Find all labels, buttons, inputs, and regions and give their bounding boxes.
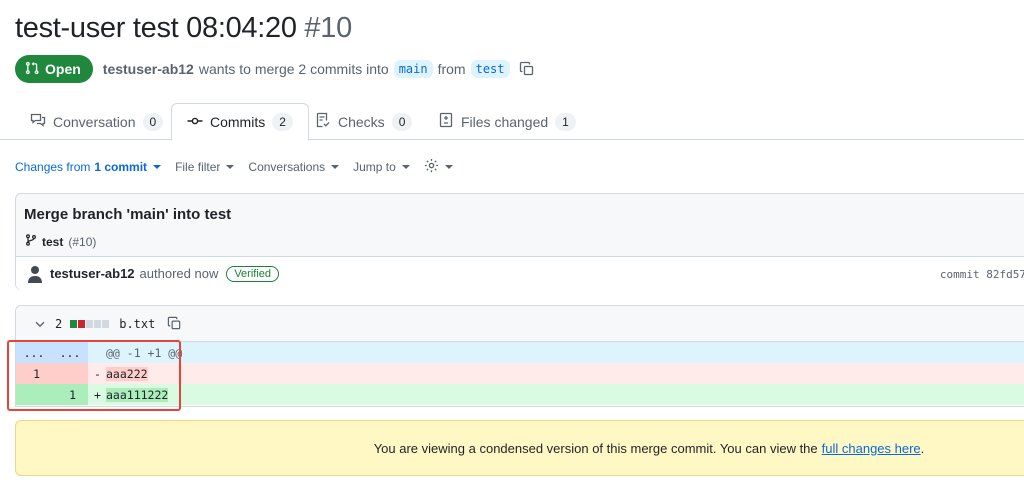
- full-changes-link[interactable]: full changes here: [822, 441, 921, 456]
- tab-commits[interactable]: Commits 2: [171, 103, 309, 141]
- git-commit-icon: [187, 113, 203, 132]
- merge-text: wants to merge 2 commits into: [198, 61, 389, 77]
- diffstat-block-del: [78, 319, 86, 328]
- old-line-number[interactable]: [16, 384, 52, 405]
- base-branch[interactable]: main: [393, 60, 433, 78]
- merge-notice: You are viewing a condensed version of t…: [15, 420, 1024, 476]
- gear-icon: [424, 158, 439, 176]
- file-diff-icon: [438, 112, 454, 131]
- pr-title-text: test-user test 08:04:20: [15, 12, 297, 44]
- tab-counter: 0: [391, 112, 413, 131]
- status-label: Open: [45, 61, 81, 77]
- checklist-icon: [315, 112, 331, 131]
- diffstat-block-add: [70, 319, 78, 328]
- commit-pr-ref[interactable]: (#10): [68, 235, 96, 249]
- commit-footer: testuser-ab12 authored now Verified comm…: [16, 256, 1024, 290]
- verified-badge[interactable]: Verified: [226, 265, 280, 282]
- git-branch-icon: [25, 234, 37, 249]
- status-badge: Open: [15, 55, 93, 83]
- diff-sign: -: [94, 366, 101, 381]
- changes-from-dropdown[interactable]: Changes from 1 commit: [15, 160, 162, 174]
- jump-to-dropdown[interactable]: Jump to: [353, 160, 410, 174]
- conversations-label: Conversations: [248, 160, 326, 174]
- tab-conversation[interactable]: Conversation 0: [15, 103, 178, 140]
- diff-text: aaa222: [106, 366, 148, 381]
- commit-branch-link[interactable]: test: [42, 235, 63, 249]
- chevron-down-icon[interactable]: [33, 317, 47, 331]
- changes-count: 1 commit: [94, 160, 148, 174]
- commit-author-link[interactable]: testuser-ab12: [50, 266, 135, 281]
- caret-down-icon: [401, 165, 410, 169]
- diffstat-count: 2: [55, 316, 63, 331]
- pr-tabs: Conversation 0 Commits 2 Checks 0 Files …: [0, 103, 1024, 141]
- diffstat-block-neutral: [86, 319, 94, 328]
- diff-line-added: 1 + aaa111222: [16, 384, 1024, 405]
- commit-title: Merge branch 'main' into test: [24, 206, 232, 223]
- diffstat-bar: [70, 319, 110, 328]
- tab-counter: 2: [272, 113, 293, 131]
- commit-author-line: testuser-ab12 authored now Verified: [50, 265, 280, 282]
- tab-label: Conversation: [53, 113, 136, 130]
- pr-number: #10: [304, 12, 352, 44]
- copy-icon[interactable]: [167, 316, 182, 331]
- old-line-number[interactable]: 1: [16, 363, 52, 384]
- merge-summary: testuser-ab12 wants to merge 2 commits i…: [103, 60, 535, 78]
- expand-new-button[interactable]: ...: [52, 342, 88, 363]
- changes-prefix: Changes from: [15, 160, 91, 174]
- new-line-number[interactable]: 1: [52, 384, 88, 405]
- diff-toolbar: Changes from 1 commit File filter Conver…: [15, 158, 453, 176]
- expand-old-button[interactable]: ...: [16, 342, 52, 363]
- diff-line-deleted: 1 - aaa222: [16, 363, 1024, 384]
- diffstat-block-neutral: [94, 319, 102, 328]
- commit-sha[interactable]: commit 82fd57: [940, 268, 1024, 281]
- new-line-number[interactable]: [52, 363, 88, 384]
- commit-branch: test (#10): [25, 234, 96, 249]
- caret-down-icon: [444, 165, 453, 169]
- commit-box: Merge branch 'main' into test test (#10)…: [15, 193, 1024, 290]
- file-header: 2 b.txt: [16, 306, 1024, 342]
- diff-settings-dropdown[interactable]: [424, 158, 453, 176]
- git-pull-request-icon: [25, 61, 39, 78]
- file-filter-dropdown[interactable]: File filter: [175, 160, 235, 174]
- notice-end: .: [920, 440, 925, 456]
- page-title: test-user test 08:04:20 #10: [15, 12, 352, 45]
- tab-files-changed[interactable]: Files changed 1: [423, 103, 591, 140]
- file-name-link[interactable]: b.txt: [119, 317, 155, 331]
- tab-label: Checks: [338, 113, 385, 130]
- caret-down-icon: [331, 165, 340, 169]
- hunk-header: @@ -1 +1 @@: [88, 342, 1024, 363]
- diff-code: + aaa111222: [88, 384, 1024, 405]
- diff-sign: +: [94, 387, 101, 402]
- diff-text: aaa111222: [106, 387, 169, 402]
- tab-counter: 1: [555, 112, 576, 131]
- tab-counter: 0: [142, 112, 164, 131]
- jump-to-label: Jump to: [353, 160, 396, 174]
- tab-checks[interactable]: Checks 0: [300, 103, 427, 140]
- from-text: from: [437, 61, 466, 77]
- copy-icon[interactable]: [519, 61, 535, 77]
- head-branch[interactable]: test: [470, 60, 510, 78]
- diff-hunk-row: ... ... @@ -1 +1 @@: [16, 342, 1024, 363]
- diffstat-block-neutral: [102, 319, 110, 328]
- caret-down-icon: [153, 165, 162, 169]
- notice-text: You are viewing a condensed version of t…: [373, 440, 818, 456]
- conversations-dropdown[interactable]: Conversations: [248, 160, 340, 174]
- file-diff: 2 b.txt ... ... @@ -1 +1 @@ 1 - aaa222 1 …: [15, 305, 1024, 407]
- tab-label: Files changed: [461, 113, 549, 130]
- diff-code: - aaa222: [88, 363, 1024, 384]
- tab-label: Commits: [210, 114, 266, 130]
- pr-author-link[interactable]: testuser-ab12: [103, 61, 194, 77]
- comment-discussion-icon: [30, 112, 46, 131]
- avatar[interactable]: [26, 265, 44, 283]
- pr-meta: Open testuser-ab12 wants to merge 2 comm…: [15, 55, 535, 83]
- file-filter-label: File filter: [175, 160, 221, 174]
- authored-time: authored now: [139, 266, 219, 281]
- caret-down-icon: [226, 165, 235, 169]
